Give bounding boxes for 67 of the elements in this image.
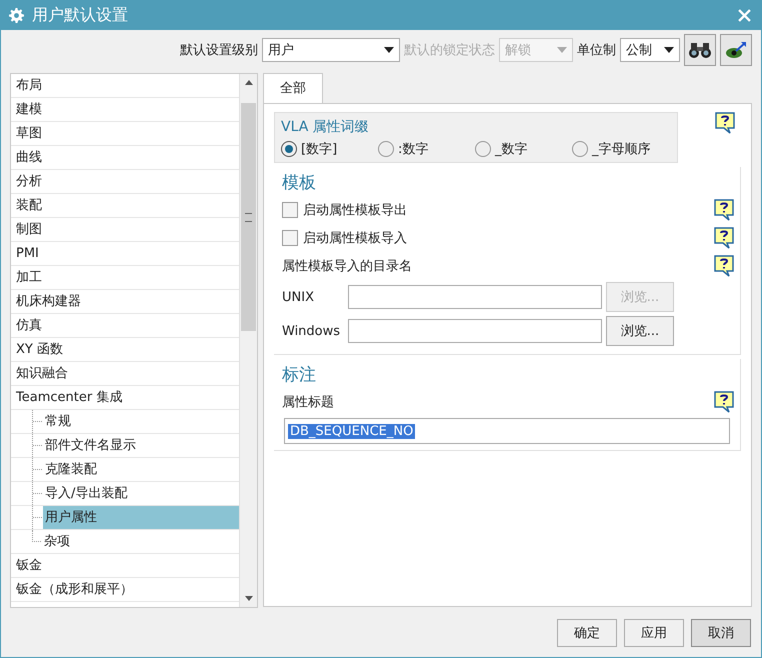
tree-item[interactable]: 杂项 [42,530,239,553]
tree-item[interactable]: 建模 [11,98,239,122]
section-title: 模板 [282,172,317,194]
dialog-button[interactable]: 应用 [624,619,684,647]
radio-button[interactable] [572,141,588,157]
window-title: 用户默认设置 [32,5,129,26]
tree-item[interactable]: 克隆装配 [43,458,239,481]
title-field[interactable]: DB_SEQUENCE_NO [284,418,730,444]
group-title: VLA 属性词缀 [281,118,370,136]
level-dropdown[interactable]: 用户 [262,38,400,62]
checkbox-label: 启动属性模板导入 [303,230,408,247]
tree-item[interactable]: XY 函数 [11,338,239,362]
tree-item[interactable]: 用户属性 [43,506,239,529]
tree-item[interactable]: 草图 [11,122,239,146]
tree-item[interactable]: 部件文件名显示 [43,434,239,457]
tree-item[interactable]: 曲线 [11,146,239,170]
path-field[interactable] [348,285,602,309]
dialog-button[interactable]: 确定 [557,619,617,647]
help-icon[interactable] [715,112,735,134]
radio-label: _数字 [495,141,528,158]
tree-item[interactable]: 常规 [43,410,239,433]
level-label: 默认设置级别 [180,42,258,59]
radio-button[interactable] [378,141,394,157]
tree-item[interactable]: 钣金 [11,554,239,578]
tree-item[interactable]: 加工 [11,266,239,290]
tree-item[interactable]: 导入/导出装配 [43,482,239,505]
help-icon[interactable] [714,227,734,249]
radio-button[interactable] [281,141,297,157]
help-icon[interactable] [714,391,734,413]
checkbox-label: 启动属性模板导出 [303,202,408,219]
tree-item[interactable]: 机床构建器 [11,290,239,314]
path-label: Windows [282,324,342,338]
path-label: UNIX [282,290,315,304]
tree-item[interactable]: 布局 [11,74,239,98]
tree-item[interactable]: 制图 [11,218,239,242]
eye-button[interactable] [720,34,752,66]
eye-arrow-icon [724,40,748,60]
directory-label: 属性模板导入的目录名 [282,258,413,275]
tree-item[interactable]: 钣金（成形和展平） [11,578,239,602]
radio-button[interactable] [475,141,491,157]
tree-item[interactable]: 知识融合 [11,362,239,386]
help-icon[interactable] [714,255,734,277]
dialog-button[interactable]: 取消 [691,619,751,647]
tree-item[interactable]: PMI [11,242,239,266]
lock-label: 默认的锁定状态 [404,42,495,59]
path-field[interactable] [348,319,602,343]
browse-button[interactable]: 浏览... [606,316,674,346]
unit-label: 单位制 [577,42,616,59]
checkbox[interactable] [282,202,298,218]
section-title: 标注 [282,364,317,386]
tab[interactable]: 全部 [263,73,323,104]
binoculars-button[interactable] [684,34,716,66]
tree-item[interactable]: 仿真 [11,314,239,338]
tree-item[interactable]: Teamcenter 集成 [11,386,239,410]
close-icon[interactable] [738,9,751,22]
radio-label: :数字 [398,141,428,158]
radio-label: [数字] [301,141,338,158]
unit-dropdown[interactable]: 公制 [620,38,680,62]
checkbox[interactable] [282,230,298,246]
tree-item[interactable]: 装配 [11,194,239,218]
binoculars-icon [688,40,712,60]
gear-icon [9,8,24,23]
field-label: 属性标题 [282,394,335,411]
radio-label: _字母顺序 [592,141,650,158]
tree-item[interactable]: 分析 [11,170,239,194]
help-icon[interactable] [714,199,734,221]
scrollbar[interactable] [239,74,257,607]
